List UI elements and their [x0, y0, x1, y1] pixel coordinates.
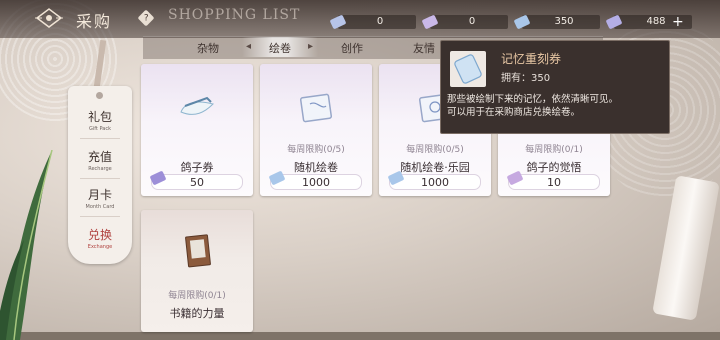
ticket-icon	[150, 171, 166, 185]
ticket-icon	[507, 171, 523, 185]
help-icon[interactable]: ?	[137, 9, 155, 27]
currency-value: 0	[468, 16, 476, 27]
tab-creation[interactable]: 创作	[341, 40, 363, 56]
tag-hole	[96, 92, 103, 99]
ticket-icon	[388, 171, 404, 185]
tooltip-item-name: 记忆重刻券	[501, 52, 562, 66]
add-currency-button[interactable]: +	[672, 14, 684, 30]
tooltip-owned-count: 拥有：350	[501, 73, 551, 84]
purchase-limit: 每周限购(0/1)	[525, 145, 583, 155]
page-subtitle: SHOPPING LIST	[168, 7, 301, 23]
page-title: 采购	[76, 12, 113, 31]
book-power-icon	[185, 234, 211, 268]
sidebar-item-month-card[interactable]: 月卡 Month Card	[68, 186, 132, 210]
sidebar-item-recharge[interactable]: 充值 Recharge	[68, 148, 132, 172]
tooltip-description: 那些被绘制下来的记忆，依然清晰可见。 可以用于在采购商店兑换绘卷。	[447, 94, 619, 118]
ticket-icon	[422, 15, 438, 29]
shop-item-card[interactable]: 每周限购(0/5) 随机绘卷 1000	[260, 64, 372, 196]
tab-bracket-left-icon: ◂	[246, 41, 252, 52]
purchase-limit: 每周限购(0/1)	[168, 291, 226, 301]
tab-bracket-right-icon: ▸	[308, 41, 314, 52]
purchase-limit: 每周限购(0/5)	[406, 145, 464, 155]
back-button-emblem-icon[interactable]	[34, 6, 64, 30]
divider	[80, 216, 120, 217]
sidebar-item-exchange[interactable]: 兑换 Exchange	[68, 226, 132, 250]
item-name: 书籍的力量	[169, 307, 225, 320]
tab-misc[interactable]: 杂物	[197, 40, 219, 56]
divider	[80, 178, 120, 179]
divider	[80, 138, 120, 139]
sidebar-item-gift-pack[interactable]: 礼包 Gift Pack	[68, 108, 132, 132]
purchase-limit: 每周限购(0/5)	[287, 145, 345, 155]
ticket-icon	[514, 15, 530, 29]
ticket-icon	[606, 15, 622, 29]
pigeon-ticket-icon	[180, 96, 214, 115]
top-bar: 采购 ? SHOPPING LIST 0 0 350 488 +	[0, 0, 720, 38]
tab-scrolls[interactable]: 绘卷	[269, 40, 291, 56]
item-thumbnail	[450, 51, 486, 87]
ticket-icon	[330, 15, 346, 29]
random-scroll-icon	[299, 93, 333, 123]
memory-ticket-icon	[454, 54, 482, 84]
leaf-decoration	[0, 150, 53, 340]
tab-friendship[interactable]: 友情	[413, 40, 435, 56]
ticket-icon	[269, 171, 285, 185]
currency-value: 0	[376, 16, 384, 27]
shop-item-card[interactable]: 鸽子券 50	[141, 64, 253, 196]
item-tooltip: 记忆重刻券 拥有：350 那些被绘制下来的记忆，依然清晰可见。 可以用于在采购商…	[440, 40, 670, 134]
shop-item-card[interactable]: 每周限购(0/1) 书籍的力量	[141, 210, 253, 332]
currency-value: 350	[554, 16, 574, 27]
side-nav: 礼包 Gift Pack 充值 Recharge 月卡 Month Card 兑…	[68, 86, 132, 264]
